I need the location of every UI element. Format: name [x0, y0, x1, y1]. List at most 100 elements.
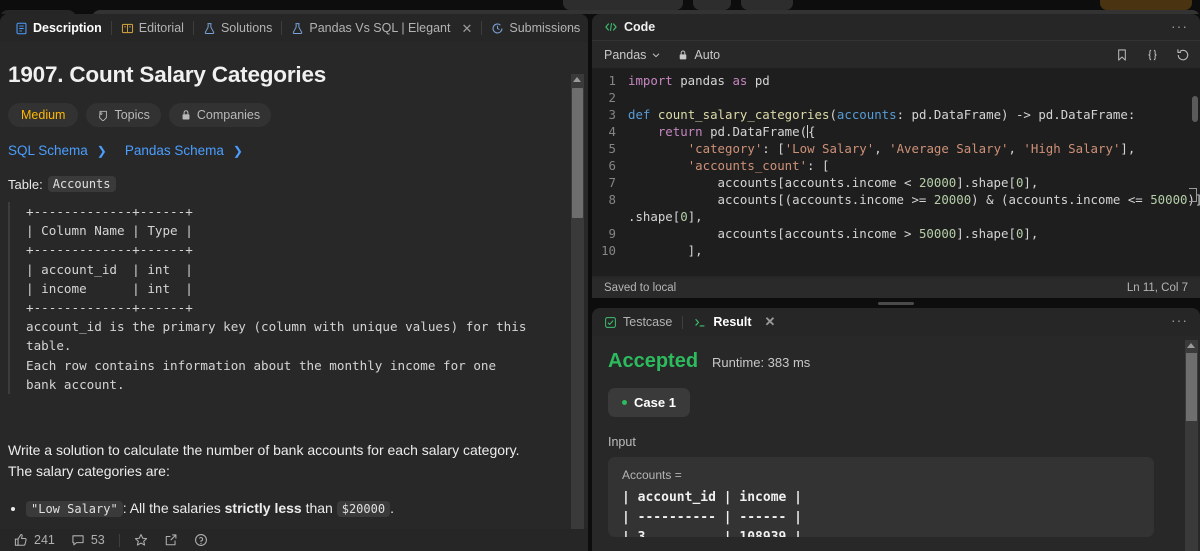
- table-label-row: Table: Accounts: [8, 176, 544, 192]
- share-icon: [165, 534, 177, 546]
- page-title: 1907. Count Salary Categories: [8, 62, 327, 87]
- pandas-schema-link[interactable]: Pandas Schema ❯: [125, 143, 243, 158]
- comments-button[interactable]: 53: [63, 533, 113, 547]
- bookmark-icon[interactable]: [1115, 48, 1129, 62]
- close-icon[interactable]: ✕: [765, 314, 776, 330]
- topics-button[interactable]: Topics: [86, 103, 161, 127]
- code-panel: Code ··· Pandas Auto 1 import pandas as …: [592, 14, 1200, 298]
- code-panel-title: Code: [624, 20, 656, 34]
- code-line: 1 import pandas as pd: [592, 72, 1200, 89]
- tab-result[interactable]: Result ✕: [693, 314, 775, 330]
- line-number: 1: [608, 73, 616, 88]
- result-body: Accepted Runtime: 383 ms Case 1 Input Ac…: [592, 336, 1200, 551]
- help-button[interactable]: [186, 533, 216, 547]
- scroll-up-icon[interactable]: [573, 77, 581, 82]
- tabbar-overflow-icon[interactable]: ···: [561, 19, 578, 35]
- sql-schema-label: SQL Schema: [8, 143, 88, 158]
- bullet-text-bold: strictly less: [224, 500, 302, 517]
- upvote-button[interactable]: 241: [6, 533, 63, 547]
- code-line: 3 def count_salary_categories(accounts: p…: [592, 106, 1200, 123]
- line-number: 3: [608, 107, 616, 122]
- chrome-pill-3[interactable]: [741, 0, 793, 10]
- schema-block: +-------------+------+ | Column Name | T…: [8, 202, 544, 395]
- code-panel-header: Code ···: [592, 14, 1200, 40]
- schema-links: SQL Schema ❯ Pandas Schema ❯: [8, 143, 544, 158]
- tab-editorial[interactable]: Editorial: [114, 18, 191, 38]
- description-pane: Description Editorial Solutions Pandas V…: [0, 14, 588, 551]
- status-badge: Accepted: [608, 350, 699, 372]
- line-number: 8: [608, 192, 616, 207]
- input-label: Input: [608, 435, 636, 449]
- code-editor[interactable]: 1 import pandas as pd 2 3 def count_salary…: [592, 68, 1200, 276]
- favorite-button[interactable]: [126, 533, 156, 547]
- code-line: 4 return pd.DataFrame({: [592, 123, 1200, 140]
- scrollbar-thumb[interactable]: [572, 88, 583, 218]
- tab-divider: [481, 21, 483, 35]
- table-label: Table:: [8, 176, 43, 192]
- code-line: 2: [592, 89, 1200, 106]
- auto-lock-toggle[interactable]: Auto: [677, 48, 720, 62]
- result-panel: Testcase Result ✕ ··· Accepted Runtime: …: [592, 308, 1200, 551]
- code-line: 8 accounts[(accounts.income >= 20000) & …: [592, 191, 1200, 208]
- code-lines: 1 import pandas as pd 2 3 def count_salary…: [592, 72, 1200, 259]
- case-tabs: Case 1: [608, 388, 1184, 417]
- code-line: 7 accounts[accounts.income < 20000].shap…: [592, 174, 1200, 191]
- table-name-chip: Accounts: [47, 176, 116, 192]
- tab-testcase[interactable]: Testcase: [604, 315, 672, 329]
- reset-icon[interactable]: [1176, 48, 1190, 62]
- low-salary-code: "Low Salary": [26, 501, 123, 518]
- description-scrollbar[interactable]: [571, 74, 584, 551]
- close-icon[interactable]: ✕: [461, 22, 472, 35]
- problem-badges: Medium Topics Companies: [8, 103, 544, 127]
- code-toolbar-actions: [1115, 48, 1190, 62]
- cursor-position: Ln 11, Col 7: [1126, 282, 1188, 294]
- companies-button[interactable]: Companies: [168, 103, 272, 127]
- difficulty-label: Medium: [21, 108, 66, 122]
- language-selector[interactable]: Pandas: [604, 48, 661, 62]
- chevron-down-icon: [653, 52, 660, 57]
- tag-icon: [99, 110, 108, 121]
- sql-schema-link[interactable]: SQL Schema ❯: [8, 143, 107, 158]
- tab-solutions[interactable]: Solutions: [196, 18, 279, 38]
- editor-scrollbar-thumb[interactable]: [1192, 96, 1198, 122]
- line-number-blank: .: [592, 208, 628, 225]
- schema-notes: account_id is the primary key (column wi…: [26, 319, 527, 392]
- chrome-pill-1[interactable]: [563, 0, 683, 10]
- line-number: 10: [601, 243, 616, 258]
- comment-count: 53: [90, 533, 105, 547]
- code-line: 6 'accounts_count': [: [592, 157, 1200, 174]
- line-number: 2: [608, 90, 616, 105]
- result-panel-overflow-icon[interactable]: ···: [1171, 312, 1188, 328]
- tab-pandas-vs-sql[interactable]: Pandas Vs SQL | Elegant ✕: [284, 18, 479, 38]
- code-icon: [605, 23, 617, 31]
- line-number: 6: [608, 158, 616, 173]
- result-tab-divider: [682, 315, 684, 329]
- scrollbar-thumb[interactable]: [1186, 353, 1197, 421]
- auto-label: Auto: [694, 47, 721, 62]
- checkbox-icon: [605, 316, 616, 328]
- tab-pandas-vs-sql-label: Pandas Vs SQL | Elegant: [309, 21, 451, 35]
- chrome-pill-accent[interactable]: [1100, 0, 1192, 10]
- chevron-right-icon: ❯: [232, 143, 243, 158]
- code-line: 9 accounts[accounts.income > 50000].shap…: [592, 225, 1200, 242]
- case-status-dot-icon: [622, 400, 627, 405]
- description-action-bar: 241 53: [0, 529, 588, 551]
- code-panel-overflow-icon[interactable]: ···: [1171, 18, 1188, 34]
- chevron-right-icon: ❯: [96, 143, 107, 158]
- input-box: Accounts = | account_id | income | | ---…: [608, 457, 1154, 537]
- lock-icon: [182, 110, 190, 120]
- tab-description[interactable]: Description: [8, 18, 109, 38]
- difficulty-badge[interactable]: Medium: [8, 103, 79, 127]
- case-1-button[interactable]: Case 1: [608, 388, 690, 417]
- bullet-text-before: : All the salaries: [122, 500, 225, 517]
- line-number: 4: [608, 124, 616, 139]
- format-braces-icon[interactable]: [1145, 48, 1160, 62]
- panel-resize-handle[interactable]: [592, 298, 1200, 308]
- share-button[interactable]: [156, 533, 186, 547]
- flask-icon: [293, 22, 303, 34]
- save-status: Saved to local: [604, 282, 677, 294]
- chrome-pill-2[interactable]: [693, 0, 731, 10]
- result-scrollbar[interactable]: [1185, 340, 1198, 551]
- scroll-up-icon[interactable]: [1187, 343, 1195, 348]
- tab-editorial-label: Editorial: [138, 21, 184, 35]
